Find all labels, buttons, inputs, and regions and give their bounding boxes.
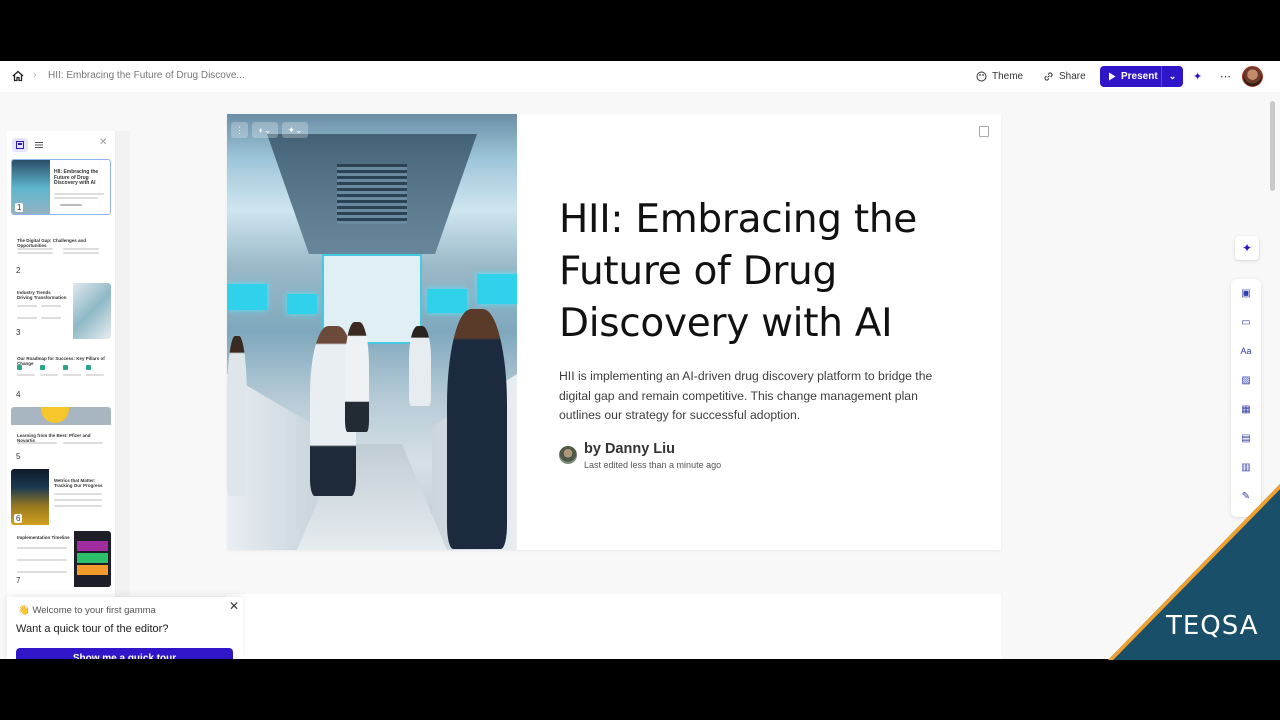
slide-thumbnail-title: Metrics that Matter: Tracking Our Progre… [54,478,103,488]
theme-button[interactable]: Theme [976,67,1023,85]
theme-label: Theme [992,70,1024,82]
add-card-icon[interactable]: ▣ [1239,287,1253,299]
next-card[interactable] [227,594,1001,659]
list-view-icon[interactable] [31,138,47,152]
play-icon [1109,72,1116,81]
block-icon[interactable]: ▤ [1239,432,1253,444]
drag-handle-icon[interactable]: ⋮ [231,122,248,138]
slide-thumbnail-4[interactable]: Our Roadmap for Success: Key Pillars of … [11,345,111,401]
tour-greeting: 👋 Welcome to your first gamma [18,605,156,616]
share-button[interactable]: Share [1043,67,1086,85]
slide-thumbnail-1[interactable]: HII: Embracing the Future of Drug Discov… [11,159,111,215]
card-notes-icon[interactable] [979,126,989,137]
slide-thumbnail-7[interactable]: Implementation Timeline 7 [11,531,111,587]
top-bar: › HII: Embracing the Future of Drug Disc… [0,61,1280,92]
slide-thumbnail-title: Industry Trends Driving Transformation [17,290,67,300]
image-style-icon[interactable]: ◐⌄ [252,122,278,138]
avatar[interactable] [1242,66,1263,87]
slide-number: 7 [14,576,23,585]
share-label: Share [1059,70,1086,82]
ai-edit-icon[interactable]: ✦⌄ [282,122,308,138]
start-tour-button[interactable]: Show me a quick tour [16,648,233,659]
watermark-text: TEQSA [1166,611,1259,641]
tour-question: Want a quick tour of the editor? [16,623,169,635]
tour-popup: 👋 Welcome to your first gamma Want a qui… [7,597,243,659]
teqsa-watermark: TEQSA [1108,484,1280,660]
text-icon[interactable]: Aa [1239,345,1253,357]
slide-thumbnail-6[interactable]: Metrics that Matter: Tracking Our Progre… [11,469,111,525]
breadcrumb-doc-title[interactable]: HII: Embracing the Future of Drug Discov… [48,70,245,81]
table-icon[interactable]: ▦ [1239,403,1253,415]
insert-toolbar: ▣ ▭ Aa ▨ ▦ ▤ ▥ ✎ [1231,279,1261,517]
chart-icon[interactable]: ▥ [1239,461,1253,473]
image-toolbar: ⋮ ◐⌄ ✦⌄ [231,122,308,138]
present-label: Present [1121,71,1158,82]
editor-frame: › HII: Embracing the Future of Drug Disc… [0,61,1280,659]
present-dropdown[interactable]: ⌄ [1162,71,1183,82]
slide-number: 3 [14,328,23,337]
author-avatar [559,446,577,464]
breadcrumb-separator: › [33,69,37,81]
slide-thumbnail-3[interactable]: Industry Trends Driving Transformation 3 [11,283,111,339]
layout-icon[interactable]: ▭ [1239,316,1253,328]
slide-thumbnail-title: HII: Embracing the Future of Drug Discov… [54,169,99,186]
chevron-down-icon: ⌄ [1168,71,1177,81]
thumbnail-view-icon[interactable] [12,138,28,152]
more-icon[interactable]: ⋯ [1220,67,1231,85]
slide-number: 6 [14,514,23,523]
slide-thumbnail-5[interactable]: Learning from the Best: Pfizer and Novar… [11,407,111,463]
title-slide-card[interactable]: ⋮ ◐⌄ ✦⌄ HII: Embracing the Future of Dru… [227,114,1001,550]
author-name: by Danny Liu [584,441,676,457]
home-icon[interactable] [11,69,25,83]
page-scrollbar[interactable] [1270,101,1275,191]
slide-number: 5 [14,452,23,461]
slide-thumbnail-2[interactable]: The Digital Gap: Challenges and Opportun… [11,221,111,277]
sidebar-scrollbar[interactable] [116,131,130,659]
sparkle-icon[interactable]: ✦ [1193,67,1202,85]
share-icon [1044,71,1053,81]
card-description[interactable]: HII is implementing an AI-driven drug di… [559,367,949,426]
close-icon[interactable]: ✕ [229,599,239,613]
slide-number: 1 [15,203,24,212]
close-sidebar-icon[interactable]: ✕ [99,137,107,148]
last-edited: Last edited less than a minute ago [584,460,722,470]
sidebar-view-toggle [12,138,47,152]
ai-sparkle-icon[interactable]: ✦ [1235,236,1259,260]
present-main[interactable]: Present [1100,66,1162,87]
present-button[interactable]: Present ⌄ [1100,66,1183,87]
slides-sidebar: ✕ HII: Embracing the Future of Drug Disc… [7,131,126,659]
page-title[interactable]: HII: Embracing the Future of Drug Discov… [559,194,979,350]
lab-hero-image[interactable]: ⋮ ◐⌄ ✦⌄ [227,114,517,550]
slide-thumbnail-title: Implementation Timeline [17,535,70,540]
slide-number: 4 [14,390,23,399]
slide-number: 2 [14,266,23,275]
theme-icon [976,71,987,81]
image-icon[interactable]: ▨ [1239,374,1253,386]
